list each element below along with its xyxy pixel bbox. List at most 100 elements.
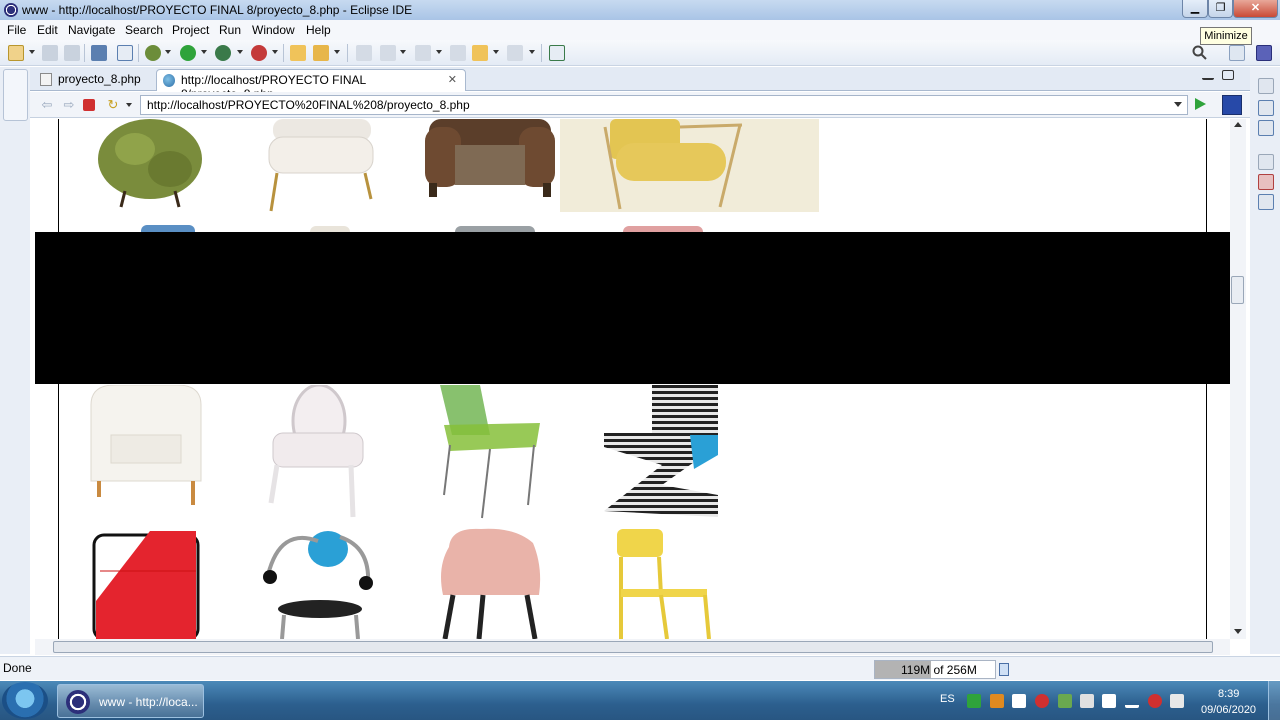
clock-date[interactable]: 09/06/2020 xyxy=(1201,704,1256,716)
external-tools-icon[interactable] xyxy=(251,45,267,61)
coverage-icon[interactable] xyxy=(215,45,231,61)
go-icon[interactable] xyxy=(1195,98,1206,110)
garbage-collect-icon[interactable] xyxy=(999,663,1009,676)
heap-status[interactable]: 119M of 256M xyxy=(874,660,996,679)
horizontal-scrollbar[interactable] xyxy=(35,639,1230,655)
search-tool-icon[interactable] xyxy=(313,45,329,61)
chair-image xyxy=(611,529,711,639)
chair-image xyxy=(263,119,383,214)
forward-icon[interactable] xyxy=(507,45,523,61)
scroll-down-icon[interactable] xyxy=(1234,629,1242,634)
menu-file[interactable]: File xyxy=(7,23,26,37)
menu-edit[interactable]: Edit xyxy=(37,23,58,37)
tab-browser[interactable]: http://localhost/PROYECTO FINAL 8/proyec… xyxy=(156,69,466,101)
signal-icon[interactable] xyxy=(1125,694,1139,708)
chair-image xyxy=(90,531,202,639)
title-bar: www - http://localhost/PROYECTO FINAL 8/… xyxy=(0,0,1280,20)
maximize-editor-icon[interactable] xyxy=(1222,70,1234,80)
save-all-icon[interactable] xyxy=(64,45,80,61)
tab-php-file[interactable]: proyecto_8.php xyxy=(34,69,156,91)
refresh-icon[interactable]: ↻ xyxy=(105,97,121,113)
chair-image xyxy=(141,225,195,232)
browser-forward-icon[interactable]: ⇨ xyxy=(61,97,77,113)
tray-app-icon[interactable] xyxy=(1080,694,1094,708)
back-icon[interactable] xyxy=(472,45,488,61)
debug-icon[interactable] xyxy=(145,45,161,61)
tasks-icon[interactable] xyxy=(1258,120,1274,136)
maximize-button[interactable]: ❐ xyxy=(1208,0,1233,18)
eclipse-app-icon xyxy=(66,690,90,714)
show-desktop-button[interactable] xyxy=(1268,681,1280,720)
search-icon[interactable] xyxy=(1192,45,1208,61)
language-indicator[interactable]: ES xyxy=(940,693,955,705)
volume-icon[interactable] xyxy=(1148,694,1162,708)
browser-back-icon[interactable]: ⇦ xyxy=(39,97,55,113)
stop-icon[interactable] xyxy=(83,99,95,111)
url-input[interactable] xyxy=(140,95,1188,115)
close-button[interactable]: ✕ xyxy=(1233,0,1278,18)
tray-app-icon[interactable] xyxy=(1058,694,1072,708)
taskbar-eclipse-item[interactable]: www - http://loca... xyxy=(57,684,204,718)
run-icon[interactable] xyxy=(180,45,196,61)
menu-navigate[interactable]: Navigate xyxy=(68,23,115,37)
perspective-icon[interactable] xyxy=(1256,45,1272,61)
prev-annotation-icon[interactable] xyxy=(415,45,431,61)
chair-image xyxy=(435,527,547,639)
chair-image xyxy=(602,385,722,519)
menu-window[interactable]: Window xyxy=(252,23,295,37)
tray-app-icon[interactable] xyxy=(1035,694,1049,708)
chair-image xyxy=(261,383,371,520)
browser-menu-icon[interactable] xyxy=(1222,95,1242,115)
php-file-icon xyxy=(40,73,52,86)
tab-label: proyecto_8.php xyxy=(58,72,141,86)
save-icon[interactable] xyxy=(42,45,58,61)
open-folder-icon[interactable] xyxy=(290,45,306,61)
annotation-icon[interactable] xyxy=(356,45,372,61)
menu-project[interactable]: Project xyxy=(172,23,209,37)
minimize-editor-icon[interactable] xyxy=(1202,70,1214,80)
minimized-view-stack[interactable] xyxy=(3,69,28,121)
scroll-up-icon[interactable] xyxy=(1234,122,1242,127)
minimize-button[interactable]: ▁ xyxy=(1182,0,1208,18)
heap-label: 119M of 256M xyxy=(901,663,977,677)
problems-icon[interactable] xyxy=(1258,174,1274,190)
outline-icon[interactable] xyxy=(1258,100,1274,116)
restore-icon-2[interactable] xyxy=(1258,154,1274,170)
status-bar xyxy=(0,656,1280,680)
action-center-icon[interactable] xyxy=(1170,694,1184,708)
status-text: Done xyxy=(3,661,32,675)
window-title: www - http://localhost/PROYECTO FINAL 8/… xyxy=(22,3,413,17)
new-icon[interactable] xyxy=(8,45,24,61)
chair-image xyxy=(95,119,215,211)
chair-image xyxy=(560,119,819,212)
last-edit-icon[interactable] xyxy=(450,45,466,61)
chair-image xyxy=(430,385,548,520)
vertical-scrollbar[interactable] xyxy=(1230,119,1246,639)
menu-run[interactable]: Run xyxy=(219,23,241,37)
skip-breakpoints-icon[interactable] xyxy=(117,45,133,61)
vertical-scroll-thumb[interactable] xyxy=(1231,276,1244,304)
globe-icon xyxy=(163,74,175,87)
tray-app-icon[interactable] xyxy=(1012,694,1026,708)
menu-bar: File Edit Navigate Search Project Run Wi… xyxy=(0,20,1280,40)
pin-editor-icon[interactable] xyxy=(549,45,565,61)
clock-time[interactable]: 8:39 xyxy=(1218,688,1239,700)
start-button[interactable] xyxy=(2,682,48,719)
properties-icon[interactable] xyxy=(1258,194,1274,210)
menu-help[interactable]: Help xyxy=(306,23,331,37)
menu-search[interactable]: Search xyxy=(125,23,163,37)
url-dropdown-icon[interactable] xyxy=(1174,102,1182,107)
next-annotation-icon[interactable] xyxy=(380,45,396,61)
terminal-icon[interactable] xyxy=(91,45,107,61)
tray-app-icon[interactable] xyxy=(1102,694,1116,708)
chair-image xyxy=(425,119,555,199)
task-label: www - http://loca... xyxy=(99,695,198,709)
horizontal-scroll-thumb[interactable] xyxy=(53,641,1213,653)
tray-app-icon[interactable] xyxy=(967,694,981,708)
chair-image xyxy=(85,384,207,509)
open-perspective-icon[interactable] xyxy=(1229,45,1245,61)
close-tab-icon[interactable]: ✕ xyxy=(448,73,457,86)
restore-icon[interactable] xyxy=(1258,78,1274,94)
tray-app-icon[interactable] xyxy=(990,694,1004,708)
redaction-block xyxy=(35,232,1230,384)
